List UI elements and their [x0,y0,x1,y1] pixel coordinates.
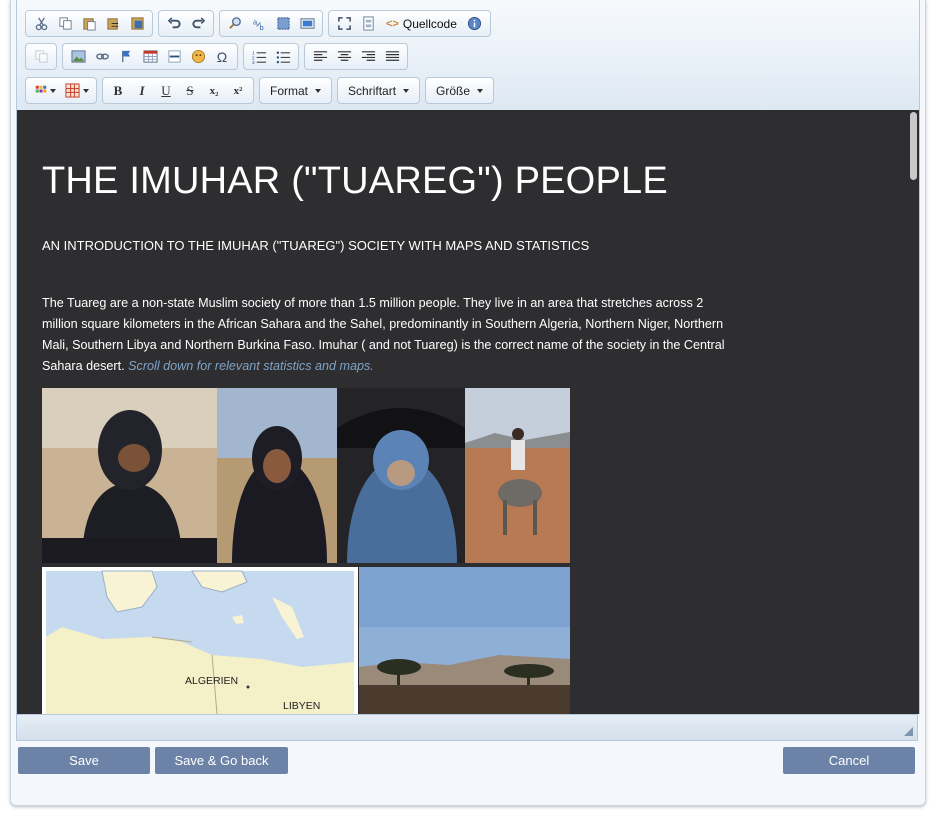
svg-text:b: b [259,23,263,31]
select-all-icon[interactable] [272,13,294,34]
editor-toolbar: ab <> Quellcode Ω 123 B I U S x₂ x² Form… [16,0,920,110]
maximize-icon[interactable] [333,13,355,34]
table-icon[interactable] [139,46,161,67]
special-char-glyph: Ω [216,48,228,65]
toolbar-row-2: Ω 123 [25,43,408,70]
italic-button[interactable]: I [131,80,153,101]
find-group: ab [219,10,323,37]
show-blocks-icon[interactable] [357,13,379,34]
strike-button[interactable]: S [179,80,201,101]
page-title: THE IMUHAR ("TUAREG") PEOPLE [42,160,668,202]
format-label: Format [270,83,309,98]
insert-group: Ω [62,43,238,70]
toolbar-row-1: ab <> Quellcode [25,10,491,37]
align-right-icon[interactable] [357,46,379,67]
format-dropdown[interactable]: Format [259,77,333,104]
size-dropdown[interactable]: Größe [425,77,495,104]
size-label: Größe [436,83,471,98]
cut-icon[interactable] [30,13,52,34]
paste-group [25,43,57,70]
editor-statusbar [16,714,918,741]
align-left-icon[interactable] [309,46,331,67]
photo-sahel-landscape [359,567,570,714]
map-label-libya: LIBYEN [283,700,321,712]
photo-woman-blue-veil [337,388,465,563]
redo-icon[interactable] [187,13,209,34]
image-icon[interactable] [67,46,89,67]
align-center-icon[interactable] [333,46,355,67]
font-label: Schriftart [348,83,397,98]
paste-text-icon[interactable] [102,13,124,34]
horizontal-rule-icon[interactable] [163,46,185,67]
undo-group [158,10,214,37]
spellcheck-icon[interactable] [296,13,318,34]
scrollbar-thumb[interactable] [910,112,917,180]
cancel-button[interactable]: Cancel [783,747,915,774]
undo-icon[interactable] [163,13,185,34]
about-icon[interactable] [464,13,486,34]
special-char-icon[interactable]: Ω [211,46,233,67]
paste-word-icon[interactable] [126,13,148,34]
justify-icon[interactable] [381,46,403,67]
text-color-icon[interactable] [30,80,60,101]
bulleted-list-icon[interactable] [272,46,294,67]
smiley-icon[interactable] [187,46,209,67]
table-properties-icon[interactable] [62,80,92,101]
subscript-label: x₂ [209,84,219,97]
align-group [304,43,408,70]
source-icon: <> [386,17,399,30]
strike-label: S [186,82,194,98]
editor-content[interactable]: THE IMUHAR ("TUAREG") PEOPLE AN INTRODUC… [16,110,920,714]
save-go-back-button[interactable]: Save & Go back [155,747,288,774]
paste-disabled-icon[interactable] [30,46,52,67]
source-button[interactable]: <> Quellcode [380,13,463,34]
clipboard-group [25,10,153,37]
page-subtitle: AN INTRODUCTION TO THE IMUHAR ("TUAREG")… [42,238,590,253]
map-north-africa: ALGERIEN LIBYEN [42,567,358,714]
numbered-list-icon[interactable]: 123 [248,46,270,67]
scroll-hint-link[interactable]: Scroll down for relevant statistics and … [128,359,374,373]
find-icon[interactable] [224,13,246,34]
view-group: <> Quellcode [328,10,491,37]
superscript-label: x² [233,84,243,97]
link-icon[interactable] [91,46,113,67]
font-dropdown[interactable]: Schriftart [337,77,421,104]
editor-scrollbar[interactable] [907,110,919,714]
bold-label: B [113,82,123,98]
chevron-down-icon [477,88,484,93]
resize-grip-icon[interactable] [904,727,913,736]
replace-icon[interactable]: ab [248,13,270,34]
paste-icon[interactable] [78,13,100,34]
underline-button[interactable]: U [155,80,177,101]
svg-text:a: a [252,17,257,26]
basic-style-group: B I U S x₂ x² [102,77,254,104]
chevron-down-icon [315,88,322,93]
superscript-button[interactable]: x² [227,80,249,101]
photo-woman-headscarf [217,388,337,563]
svg-text:3: 3 [252,60,255,64]
intro-paragraph: The Tuareg are a non-state Muslim societ… [42,293,742,377]
underline-label: U [161,82,171,98]
bold-button[interactable]: B [107,80,129,101]
save-button[interactable]: Save [18,747,150,774]
copy-icon[interactable] [54,13,76,34]
chevron-down-icon [403,88,410,93]
toolbar-row-3: B I U S x₂ x² Format Schriftart Größe [25,77,495,104]
subscript-button[interactable]: x₂ [203,80,225,101]
map-label-algeria: ALGERIEN [185,675,239,687]
photo-rider-donkey [465,388,570,563]
source-label: Quellcode [402,16,457,31]
italic-label: I [139,82,145,98]
list-group: 123 [243,43,299,70]
photo-man-veiled [42,388,217,563]
anchor-icon[interactable] [115,46,137,67]
color-group [25,77,97,104]
